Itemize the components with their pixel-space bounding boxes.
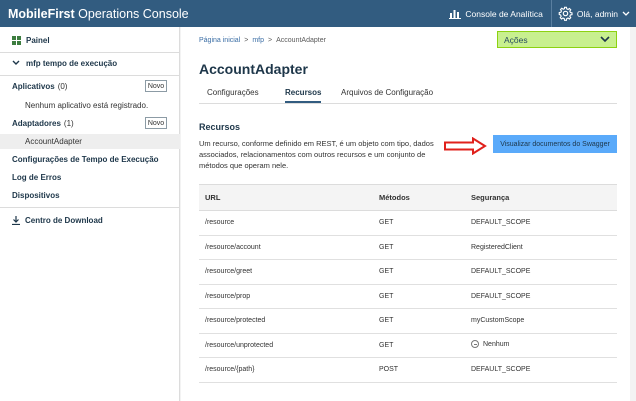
resource-url: /resource xyxy=(199,210,373,236)
brand-rest: Operations Console xyxy=(74,6,189,21)
breadcrumb-runtime-link[interactable]: mfp xyxy=(252,37,264,44)
analytics-label: Console de Analítica xyxy=(465,8,543,19)
section-description: Um recurso, conforme definido em REST, é… xyxy=(199,139,434,170)
breadcrumb: Página inicial > mfp > AccountAdapter xyxy=(199,37,326,44)
tab-recursos[interactable]: Recursos xyxy=(285,88,322,103)
resource-security: DEFAULT_SCOPE xyxy=(465,357,617,383)
resource-method: GET xyxy=(373,308,465,334)
resource-security: Nenhum xyxy=(483,340,510,348)
sidebar-item-label: Configurações de Tempo de Execução xyxy=(12,154,159,164)
resource-security: DEFAULT_SCOPE xyxy=(465,284,617,309)
chevron-down-icon xyxy=(600,36,610,43)
sidebar-item-runtime-settings[interactable]: Configurações de Tempo de Execução xyxy=(0,152,180,166)
table-row: /resource/prop GET DEFAULT_SCOPE xyxy=(199,284,617,309)
resource-url: /resource/prop xyxy=(199,284,373,309)
sidebar-item-label: Painel xyxy=(26,35,50,45)
table-row: /resource/{path} POST DEFAULT_SCOPE xyxy=(199,357,617,383)
resource-method: GET xyxy=(373,210,465,236)
resource-security-none: Nenhum xyxy=(471,340,510,349)
no-apps-text: Nenhum aplicativo está registrado. xyxy=(25,100,149,110)
table-row: /resource/account GET RegisteredClient xyxy=(199,235,617,260)
resource-url: /resource/{path} xyxy=(199,357,373,383)
resource-security: myCustomScope xyxy=(465,308,617,334)
table-row: /resource/protected GET myCustomScope xyxy=(199,308,617,334)
new-application-button[interactable]: Novo xyxy=(145,80,167,92)
column-header-security: Segurança xyxy=(465,184,617,211)
actions-label: Ações xyxy=(504,34,528,45)
resource-method: GET xyxy=(373,259,465,285)
resource-security: RegisteredClient xyxy=(465,235,617,260)
resource-method: GET xyxy=(373,333,465,358)
brand-bold: MobileFirst xyxy=(8,6,75,21)
adapters-count: (1) xyxy=(63,118,74,128)
chevron-down-icon xyxy=(622,11,630,16)
sidebar: Painel mfp tempo de execução Aplicativos… xyxy=(0,27,180,401)
sidebar-item-label: Dispositivos xyxy=(12,190,60,200)
sidebar-item-label: mfp tempo de execução xyxy=(26,58,118,68)
resources-table: URL Métodos Segurança /resource GET DEFA… xyxy=(199,184,617,383)
no-apps-message: Nenhum aplicativo está registrado. xyxy=(0,98,180,112)
download-icon xyxy=(12,215,20,225)
sidebar-item-label: AccountAdapter xyxy=(25,137,82,146)
view-swagger-docs-button[interactable]: Visualizar documentos do Swagger xyxy=(493,135,617,153)
resource-url: /resource/protected xyxy=(199,308,373,334)
sidebar-item-label: Aplicativos xyxy=(12,81,55,91)
top-bar: MobileFirst Operations Console Console d… xyxy=(0,0,636,27)
table-row: /resource/greet GET DEFAULT_SCOPE xyxy=(199,259,617,285)
resource-security: DEFAULT_SCOPE xyxy=(465,259,617,285)
table-header-row: URL Métodos Segurança xyxy=(199,184,617,211)
new-adapter-button[interactable]: Novo xyxy=(145,117,167,129)
sidebar-item-error-log[interactable]: Log de Erros xyxy=(0,170,180,184)
page-title: AccountAdapter xyxy=(199,61,308,77)
sidebar-item-accountadapter[interactable]: AccountAdapter xyxy=(0,134,180,149)
sidebar-item-download-center[interactable]: Centro de Download xyxy=(0,213,180,227)
section-title: Recursos xyxy=(199,122,241,132)
resource-url: /resource/greet xyxy=(199,259,373,285)
tab-bar: Configurações Recursos Arquivos de Confi… xyxy=(199,85,617,104)
sidebar-item-runtime[interactable]: mfp tempo de execução xyxy=(0,56,180,70)
table-row: /resource/unprotected GET Nenhum xyxy=(199,333,617,358)
sidebar-item-label: Adaptadores xyxy=(12,118,61,128)
column-header-url: URL xyxy=(199,184,373,211)
resource-security: DEFAULT_SCOPE xyxy=(465,210,617,236)
resource-url: /resource/unprotected xyxy=(199,333,373,358)
sidebar-item-dashboard[interactable]: Painel xyxy=(0,33,180,47)
console-brand[interactable]: MobileFirst Operations Console xyxy=(0,7,189,21)
resource-method: GET xyxy=(373,284,465,309)
breadcrumb-home-link[interactable]: Página inicial xyxy=(199,37,240,44)
user-menu[interactable]: Olá, admin xyxy=(552,0,636,27)
resource-method: GET xyxy=(373,235,465,260)
minus-circle-icon xyxy=(471,340,479,349)
sidebar-item-label: Log de Erros xyxy=(12,172,62,182)
column-header-methods: Métodos xyxy=(373,184,465,211)
arrow-right-icon xyxy=(444,137,487,155)
sidebar-divider xyxy=(0,52,180,53)
breadcrumb-separator: > xyxy=(268,37,273,44)
resource-url: /resource/account xyxy=(199,235,373,260)
tab-configuracoes[interactable]: Configurações xyxy=(207,88,259,97)
actions-dropdown[interactable]: Ações xyxy=(497,31,617,48)
tab-arquivos-de-configuracao[interactable]: Arquivos de Configuração xyxy=(341,88,433,97)
resource-security-cell: Nenhum xyxy=(465,333,617,358)
dashboard-icon xyxy=(12,35,21,45)
main-content: Página inicial > mfp > AccountAdapter Aç… xyxy=(181,27,630,401)
applications-count: (0) xyxy=(57,81,68,91)
user-greeting: Olá, admin xyxy=(576,8,618,19)
sidebar-divider xyxy=(0,75,180,76)
resource-method: POST xyxy=(373,357,465,383)
analytics-console-link[interactable]: Console de Analítica xyxy=(441,0,551,27)
sidebar-divider xyxy=(0,207,180,208)
sidebar-item-label: Centro de Download xyxy=(25,215,103,225)
sidebar-item-devices[interactable]: Dispositivos xyxy=(0,188,180,202)
analytics-icon xyxy=(449,10,462,19)
table-row: /resource GET DEFAULT_SCOPE xyxy=(199,210,617,236)
gear-icon xyxy=(558,6,573,21)
chevron-down-icon xyxy=(12,60,20,65)
breadcrumb-current: AccountAdapter xyxy=(276,37,326,44)
breadcrumb-separator: > xyxy=(244,37,249,44)
